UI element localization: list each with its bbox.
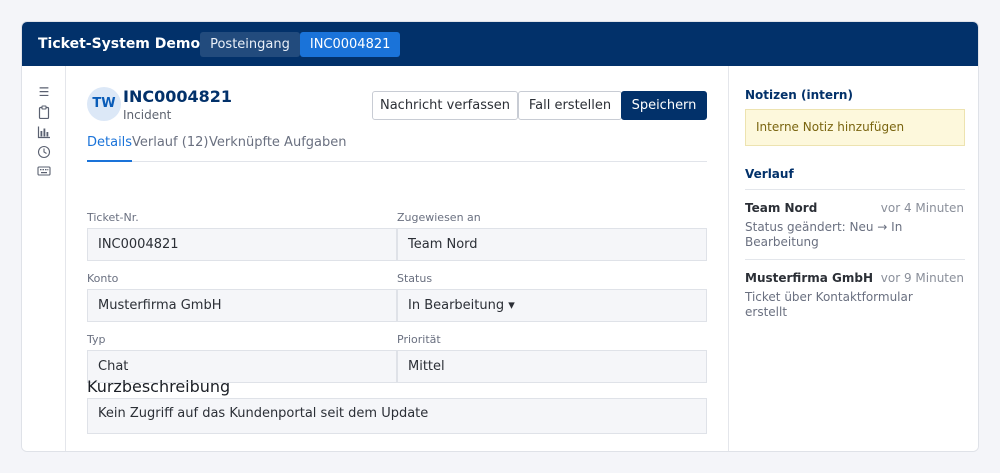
clipboard-icon[interactable] xyxy=(37,105,51,120)
create-case-button[interactable]: Fall erstellen xyxy=(518,91,622,120)
notes-title: Notizen (intern) xyxy=(745,88,853,102)
status-label: Status xyxy=(397,272,433,285)
priority-field[interactable]: Mittel xyxy=(397,350,707,383)
history-item-name: Team Nord xyxy=(745,201,818,215)
account-field[interactable]: Musterfirma GmbH xyxy=(87,289,397,322)
detail-tabs: Details Verlauf (12) Verknüpfte Aufgaben xyxy=(87,134,707,162)
avatar: TW xyxy=(87,87,121,121)
tab-details[interactable]: Details xyxy=(87,134,132,162)
compose-message-button[interactable]: Nachricht verfassen xyxy=(372,91,518,120)
history-item-time: vor 4 Minuten xyxy=(880,201,964,215)
divider xyxy=(745,259,965,260)
right-panel: Notizen (intern) Interne Notiz hinzufüge… xyxy=(728,66,978,451)
ticket-type: Incident xyxy=(123,108,172,122)
ticket-title: INC0004821 xyxy=(123,87,233,106)
keyboard-icon[interactable] xyxy=(37,164,51,178)
app-title: Ticket-System Demo xyxy=(38,36,201,52)
tab-linked-tasks[interactable]: Verknüpfte Aufgaben xyxy=(209,134,346,162)
assigned-field[interactable]: Team Nord xyxy=(397,228,707,261)
clock-icon[interactable] xyxy=(37,145,51,159)
account-label: Konto xyxy=(87,272,119,285)
assigned-label: Zugewiesen an xyxy=(397,211,481,224)
summary-field[interactable]: Kein Zugriff auf das Kundenportal seit d… xyxy=(87,398,707,434)
history-item-text: Ticket über Kontaktformular erstellt xyxy=(745,290,913,319)
internal-note-input[interactable]: Interne Notiz hinzufügen xyxy=(745,109,965,146)
ticket-no-label: Ticket-Nr. xyxy=(87,211,139,224)
left-sidebar: ☰ xyxy=(22,66,66,451)
history-item-name: Musterfirma GmbH xyxy=(745,271,873,285)
divider xyxy=(745,189,965,190)
history-item-time: vor 9 Minuten xyxy=(880,271,964,285)
app-window: Ticket-System Demo Posteingang INC000482… xyxy=(21,21,979,452)
tab-history[interactable]: Verlauf (12) xyxy=(132,134,208,162)
status-select[interactable]: In Bearbeitung ▾ xyxy=(397,289,707,322)
summary-title: Kurzbeschreibung xyxy=(87,377,231,396)
ticket-no-field[interactable]: INC0004821 xyxy=(87,228,397,261)
chart-icon[interactable] xyxy=(37,125,51,139)
menu-icon[interactable]: ☰ xyxy=(37,85,51,99)
history-title: Verlauf xyxy=(745,167,794,181)
ticket-main: TW INC0004821 Incident Nachricht verfass… xyxy=(67,66,727,451)
top-bar: Ticket-System Demo Posteingang INC000482… xyxy=(22,22,978,66)
history-item-text: Status geändert: Neu → In Bearbeitung xyxy=(745,220,903,249)
save-button[interactable]: Speichern xyxy=(621,91,707,120)
type-label: Typ xyxy=(87,333,106,346)
tab-current-ticket[interactable]: INC0004821 xyxy=(299,31,401,57)
priority-label: Priorität xyxy=(397,333,441,346)
tab-inbox[interactable]: Posteingang xyxy=(200,31,300,57)
